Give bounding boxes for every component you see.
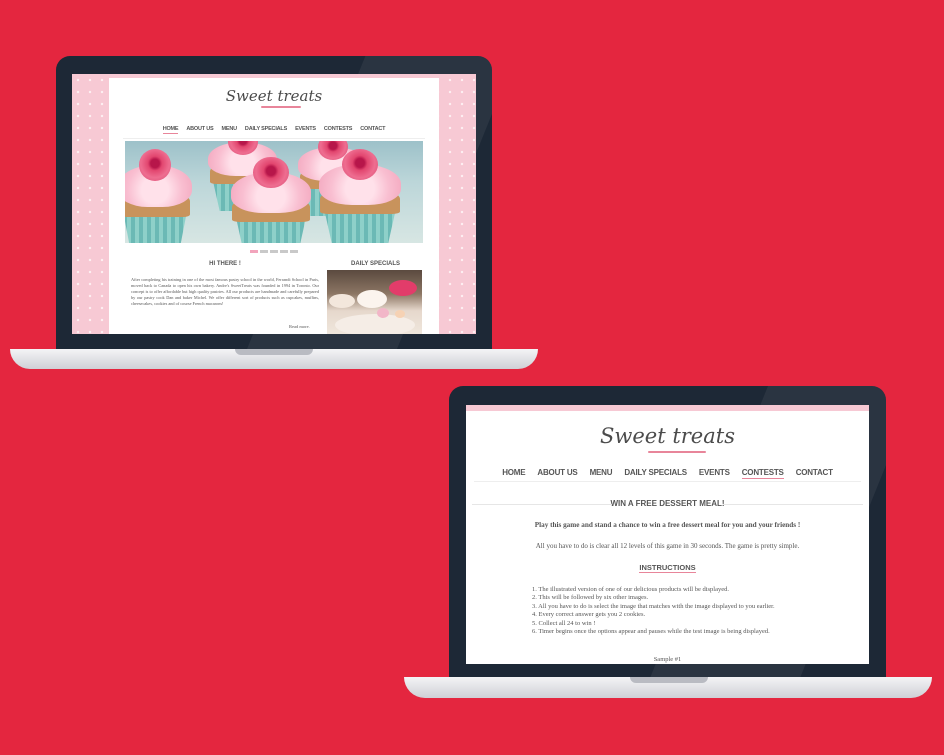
main-nav: HOME ABOUT US MENU DAILY SPECIALS EVENTS CONT… <box>109 126 439 134</box>
slider-pagination <box>109 250 439 253</box>
laptop-1-screen: Sweet treats HOME ABOUT US MENU DAILY SPECI… <box>56 56 492 350</box>
hero-slider-image <box>125 141 423 243</box>
nav-daily-specials[interactable]: DAILY SPECIALS <box>245 126 287 132</box>
hi-there-heading-text: HI THERE ! <box>206 261 244 267</box>
daily-specials-photo[interactable] <box>327 270 422 334</box>
laptop-2-screen: Sweet treats HOME ABOUT US MENU DAILY SPECI… <box>449 386 886 678</box>
nav-contact[interactable]: CONTACT <box>796 468 833 477</box>
instructions-heading-text: INSTRUCTIONS <box>639 563 696 574</box>
instruction-item: 6. Timer begins once the options appear … <box>532 628 770 636</box>
nav-divider <box>123 138 425 139</box>
logo-text: Sweet treats <box>600 424 735 448</box>
pink-top-band <box>466 405 869 411</box>
flower-bouquet <box>389 280 417 296</box>
contest-heading-text: WIN A FREE DESSERT MEAL! <box>610 499 725 508</box>
daily-specials-heading-text: DAILY SPECIALS <box>347 261 403 267</box>
macaron <box>377 308 389 318</box>
main-nav: HOME ABOUT US MENU DAILY SPECIALS EVENTS CONT… <box>466 468 869 479</box>
site-logo[interactable]: Sweet treats <box>466 424 869 453</box>
sample-label: Sample #1 <box>653 656 682 663</box>
contest-heading: WIN A FREE DESSERT MEAL! <box>466 499 869 508</box>
daily-specials-heading: DAILY SPECIALS <box>328 261 423 267</box>
slider-dot[interactable] <box>270 250 278 253</box>
intro-paragraph: After completing his training in one of … <box>131 277 319 306</box>
nav-menu[interactable]: MENU <box>222 126 238 132</box>
nav-home[interactable]: HOME <box>502 468 525 477</box>
nav-divider <box>474 481 861 482</box>
instruction-item: 3. All you have to do is select the imag… <box>532 602 775 610</box>
nav-contests[interactable]: CONTESTS <box>741 468 784 479</box>
instruction-item: 1. The illustrated version of one of our… <box>532 586 730 593</box>
instructions-heading: INSTRUCTIONS <box>466 563 869 574</box>
nav-home[interactable]: HOME <box>162 126 179 134</box>
site-logo[interactable]: Sweet treats <box>109 87 439 109</box>
nav-events[interactable]: EVENTS <box>295 126 316 132</box>
cake-stand <box>329 294 355 308</box>
read-more-link[interactable]: Read more. <box>289 324 310 329</box>
slider-dot[interactable] <box>280 250 288 253</box>
instruction-item: 5. Collect all 24 to win ! <box>532 619 596 627</box>
sweet-treats-home-page: Sweet treats HOME ABOUT US MENU DAILY SPECI… <box>72 74 476 334</box>
cupcake-image <box>227 157 315 243</box>
heading-rule-left <box>472 504 612 505</box>
contest-intro: Play this game and stand a chance to win… <box>534 521 801 529</box>
page-content: Sweet treats HOME ABOUT US MENU DAILY SPECI… <box>109 78 439 334</box>
instruction-item: 4. Every correct answer gets you 2 cooki… <box>532 611 646 619</box>
nav-daily-specials[interactable]: DAILY SPECIALS <box>624 468 687 477</box>
heading-rule-right <box>723 504 863 505</box>
laptop-1-notch <box>235 349 313 355</box>
instruction-item: 2. This will be followed by six other im… <box>532 594 649 602</box>
nav-contact[interactable]: CONTACT <box>360 126 385 132</box>
laptop-2-notch <box>630 677 708 683</box>
nav-menu[interactable]: MENU <box>590 468 613 477</box>
cupcake-image <box>315 149 405 243</box>
contest-description: All you have to do is clear all 12 level… <box>535 542 800 550</box>
hi-there-heading: HI THERE ! <box>127 261 323 267</box>
dessert-tray <box>357 290 387 308</box>
slider-dot[interactable] <box>260 250 268 253</box>
nav-events[interactable]: EVENTS <box>699 468 730 477</box>
logo-swash <box>261 106 301 108</box>
slider-dot[interactable] <box>290 250 298 253</box>
macaron <box>395 310 405 318</box>
instructions-list: 1. The illustrated version of one of our… <box>532 586 808 637</box>
nav-contests[interactable]: CONTESTS <box>324 126 353 132</box>
nav-about-us[interactable]: ABOUT US <box>186 126 213 132</box>
sweet-treats-contests-page: Sweet treats HOME ABOUT US MENU DAILY SPECI… <box>466 405 869 664</box>
cupcake-image <box>125 149 195 243</box>
logo-text: Sweet treats <box>225 87 323 105</box>
slider-dot[interactable] <box>250 250 258 253</box>
nav-about-us[interactable]: ABOUT US <box>537 468 577 477</box>
logo-swash <box>648 451 706 453</box>
